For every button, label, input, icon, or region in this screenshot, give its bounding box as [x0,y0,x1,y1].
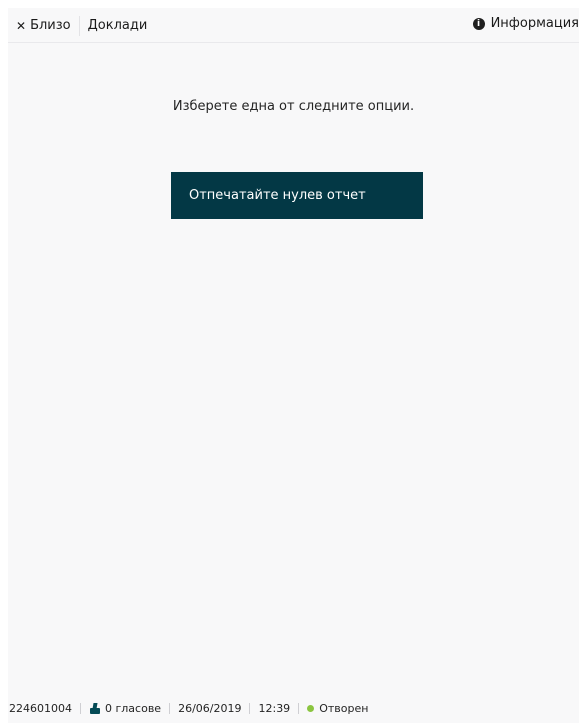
close-icon[interactable]: ✕ [16,18,26,34]
status-time: 12:39 [258,702,291,715]
status-bar: 224601004 0 гласове 26/06/2019 12:39 Отв… [9,702,368,715]
status-state: Отворен [319,702,369,715]
ballot-box-shape [90,707,100,714]
terminal-id: 224601004 [9,702,72,715]
votes-count: 0 гласове [105,702,162,715]
close-button[interactable]: ✕ Близо [16,16,80,36]
status-date: 26/06/2019 [178,702,242,715]
info-icon[interactable]: i [472,18,485,30]
information-label[interactable]: Информация [491,16,579,32]
information-button[interactable]: i Информация [472,16,579,32]
ballot-box-icon [89,702,101,715]
status-separator [169,703,171,714]
close-label[interactable]: Близо [30,18,71,34]
instruction-text: Изберете една от следните опции. [172,99,415,114]
print-zero-report-button[interactable]: Отпечатайте нулев отчет [171,172,423,219]
top-bar: ✕ Близо Доклади i Информация [8,8,579,43]
app-window: ✕ Близо Доклади i Информация Изберете ед… [8,8,579,723]
status-separator [80,703,81,714]
status-separator [249,703,251,714]
status-separator [298,703,300,714]
status-dot-icon [307,705,315,712]
reports-tab[interactable]: Доклади [88,18,148,34]
top-left-actions: ✕ Близо Доклади [16,16,147,36]
